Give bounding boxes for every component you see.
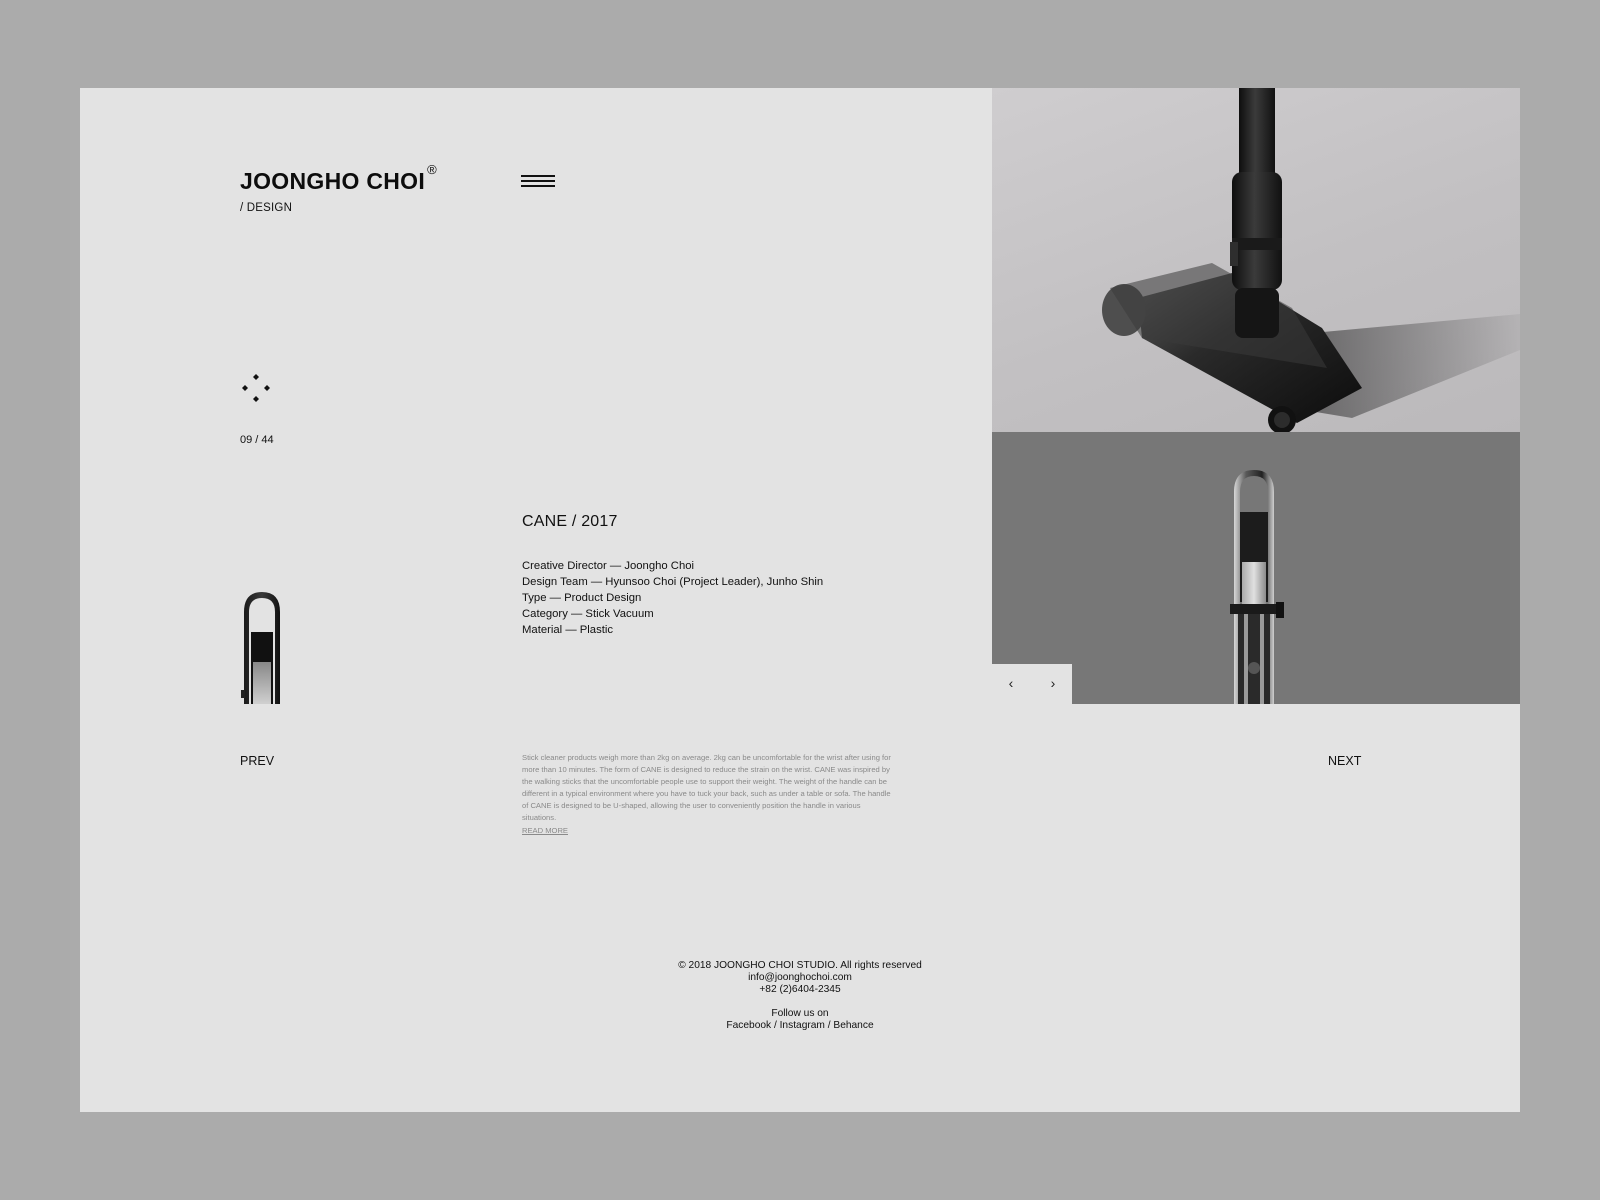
detail-design-team: Design Team — Hyunsoo Choi (Project Lead… bbox=[522, 576, 824, 588]
prev-project-thumbnail[interactable] bbox=[240, 590, 284, 704]
project-title: CANE / 2017 bbox=[522, 513, 618, 530]
detail-type: Type — Product Design bbox=[522, 592, 642, 604]
detail-category: Category — Stick Vacuum bbox=[522, 608, 654, 620]
footer: © 2018 JOONGHO CHOI STUDIO. All rights r… bbox=[80, 960, 1520, 1032]
chevron-left-icon[interactable]: ‹ bbox=[1003, 675, 1019, 691]
vacuum-head-image bbox=[1102, 88, 1520, 432]
slide-counter: 09 / 44 bbox=[240, 434, 274, 446]
brand-name: JOONGHO CHOI bbox=[240, 168, 426, 194]
chevron-right-icon[interactable]: › bbox=[1045, 675, 1061, 691]
four-dots-icon[interactable] bbox=[240, 372, 272, 404]
footer-social-links[interactable]: Facebook / Instagram / Behance bbox=[80, 1020, 1520, 1032]
project-description: Stick cleaner products weigh more than 2… bbox=[522, 753, 891, 822]
next-link[interactable]: NEXT bbox=[1328, 754, 1361, 768]
prev-link[interactable]: PREV bbox=[240, 754, 274, 768]
brand-logo[interactable]: JOONGHO CHOI ® bbox=[240, 162, 437, 195]
footer-copyright: © 2018 JOONGHO CHOI STUDIO. All rights r… bbox=[678, 960, 922, 971]
footer-phone: +82 (2)6404-2345 bbox=[759, 984, 841, 995]
read-more-link[interactable]: READ MORE bbox=[522, 826, 568, 835]
gallery-photo-top bbox=[992, 88, 1520, 432]
footer-follow-label: Follow us on bbox=[771, 1008, 829, 1019]
slider-nav: ‹ › bbox=[992, 664, 1072, 704]
page-card: JOONGHO CHOI ® / DESIGN 09 / 44 PREV CANE… bbox=[80, 88, 1520, 1112]
brand-subtitle: / DESIGN bbox=[240, 202, 293, 214]
project-details: Creative Director — Joongho Choi Design … bbox=[522, 558, 823, 638]
detail-material: Material — Plastic bbox=[522, 624, 614, 636]
footer-email[interactable]: info@joonghochoi.com bbox=[80, 972, 1520, 984]
detail-creative-director: Creative Director — Joongho Choi bbox=[522, 560, 695, 572]
hamburger-menu-icon[interactable] bbox=[521, 175, 555, 189]
registered-mark: ® bbox=[427, 162, 438, 177]
